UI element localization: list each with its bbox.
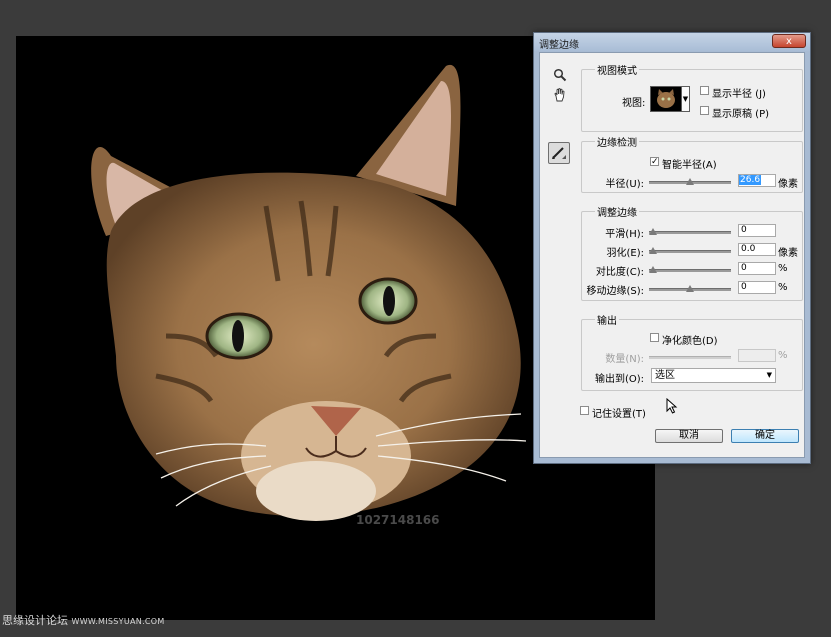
chevron-down-icon: ▼ <box>766 371 772 379</box>
zoom-icon[interactable] <box>551 68 569 86</box>
amount-unit: % <box>778 350 788 361</box>
site-watermark: 思缘设计论坛 WWW.MISSYUAN.COM <box>2 612 165 628</box>
smooth-label: 平滑(H): <box>605 229 644 240</box>
radius-unit: 像素 <box>778 179 798 190</box>
check-icon: ✓ <box>651 157 659 167</box>
show-radius-label: 显示半径 (J) <box>712 89 766 100</box>
shift-edge-label: 移动边缘(S): <box>586 286 644 297</box>
view-mode-thumbnail[interactable] <box>650 86 682 112</box>
radius-input[interactable]: 26.6 <box>738 174 776 187</box>
dialog-titlebar[interactable]: 调整边缘 x <box>534 33 810 51</box>
refine-radius-brush-icon <box>552 147 566 159</box>
site-watermark-text: 思缘设计论坛 <box>2 614 68 627</box>
contrast-slider[interactable] <box>649 266 731 273</box>
output-to-select[interactable]: 选区 ▼ <box>651 368 776 383</box>
image-id-watermark: 1027148166 <box>356 513 440 527</box>
contrast-input[interactable]: 0 <box>738 262 776 275</box>
decontaminate-checkbox[interactable] <box>650 333 659 342</box>
show-original-checkbox[interactable] <box>700 106 709 115</box>
amount-label: 数量(N): <box>605 354 644 365</box>
smooth-slider[interactable] <box>649 228 731 235</box>
feather-label: 羽化(E): <box>606 248 645 259</box>
refine-radius-tool[interactable] <box>548 142 570 164</box>
cancel-button[interactable]: 取消 <box>655 429 723 443</box>
dialog-title: 调整边缘 <box>539 40 579 51</box>
smooth-input[interactable]: 0 <box>738 224 776 237</box>
shift-edge-slider[interactable] <box>649 285 731 292</box>
mouse-cursor-icon <box>666 398 678 414</box>
remember-settings-label: 记住设置(T) <box>592 409 646 420</box>
amount-input <box>738 349 776 362</box>
output-title: 输出 <box>595 312 619 327</box>
output-to-label: 输出到(O): <box>594 374 644 385</box>
remember-settings-checkbox[interactable] <box>580 406 589 415</box>
radius-label: 半径(U): <box>605 179 645 190</box>
ok-button[interactable]: 确定 <box>731 429 799 443</box>
edge-detection-group: 边缘检测 ✓ 智能半径(A) 半径(U): 26.6 像素 <box>581 134 803 193</box>
view-mode-group: 视图模式 视图: ▼ 显示半径 (J) 显示原稿 (P) <box>581 62 803 132</box>
edge-detection-title: 边缘检测 <box>595 134 639 149</box>
contrast-slider-thumb[interactable] <box>649 266 657 273</box>
site-watermark-url: WWW.MISSYUAN.COM <box>71 617 165 626</box>
chevron-down-icon[interactable]: ▼ <box>682 86 690 112</box>
smart-radius-label: 智能半径(A) <box>662 160 717 171</box>
feather-input[interactable]: 0.0 <box>738 243 776 256</box>
radius-slider-thumb[interactable] <box>686 178 694 185</box>
smooth-slider-thumb[interactable] <box>649 228 657 235</box>
decontaminate-label: 净化颜色(D) <box>662 336 718 347</box>
hand-icon[interactable] <box>551 88 569 106</box>
adjust-edge-title: 调整边缘 <box>595 204 639 219</box>
feather-slider-thumb[interactable] <box>649 247 657 254</box>
shift-edge-unit: % <box>778 282 788 293</box>
output-group: 输出 净化颜色(D) 数量(N): % 输出到(O): 选区 ▼ <box>581 312 803 391</box>
show-radius-checkbox[interactable] <box>700 86 709 95</box>
shift-edge-input[interactable]: 0 <box>738 281 776 294</box>
view-mode-title: 视图模式 <box>595 62 639 77</box>
feather-slider[interactable] <box>649 247 731 254</box>
adjust-edge-group: 调整边缘 平滑(H): 0 羽化(E): 0.0 像素 对比度(C): 0 % … <box>581 204 803 301</box>
amount-slider <box>649 356 731 359</box>
contrast-unit: % <box>778 263 788 274</box>
smart-radius-checkbox[interactable]: ✓ <box>650 157 659 167</box>
refine-edge-dialog: 调整边缘 x 视图模式 视图: ▼ 显示半径 (J) 显示原稿 (P) 边缘检测… <box>533 32 811 464</box>
feather-unit: 像素 <box>778 248 798 259</box>
show-original-label: 显示原稿 (P) <box>712 109 770 120</box>
radius-slider[interactable] <box>649 178 731 185</box>
dialog-body: 视图模式 视图: ▼ 显示半径 (J) 显示原稿 (P) 边缘检测 ✓ 智能半径… <box>539 52 805 458</box>
close-button[interactable]: x <box>772 34 806 48</box>
output-to-value: 选区 <box>655 370 675 381</box>
contrast-label: 对比度(C): <box>595 267 644 278</box>
view-label: 视图: <box>622 98 646 109</box>
shift-edge-slider-thumb[interactable] <box>686 285 694 292</box>
